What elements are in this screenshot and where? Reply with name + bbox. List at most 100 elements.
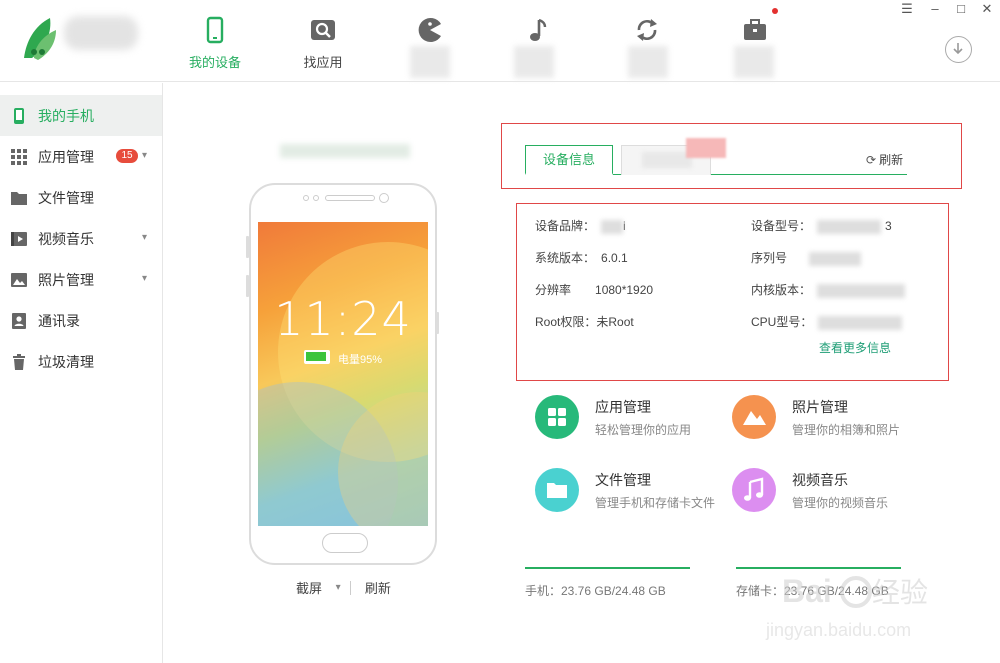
sidebar-item-label: 应用管理 xyxy=(38,148,94,165)
feature-title: 视频音乐 xyxy=(792,472,848,488)
feature-app-manage[interactable]: 应用管理 轻松管理你的应用 xyxy=(535,395,725,445)
sidebar-item-label: 我的手机 xyxy=(38,107,94,124)
sidebar-item-junk-clean[interactable]: 垃圾清理 xyxy=(0,341,162,382)
info-label: 设备品牌： xyxy=(535,219,596,233)
phone-storage-label: 手机：23.76 GB/24.48 GB xyxy=(525,584,666,598)
info-label: 序列号 xyxy=(751,251,788,265)
feature-title: 照片管理 xyxy=(792,399,848,415)
phone-actions: 截屏 ▾ 刷新 xyxy=(296,578,391,597)
svg-text:Bai: Bai xyxy=(782,573,832,609)
info-label: Root权限： xyxy=(535,315,597,329)
phone-screen: 11:24 电量95% xyxy=(258,222,428,526)
home-button xyxy=(322,533,368,553)
feature-title: 文件管理 xyxy=(595,472,651,488)
info-row-model: 设备型号： 3 xyxy=(751,217,892,234)
info-label: 分辨率 xyxy=(535,283,572,297)
sidebar-item-video-music[interactable]: 视频音乐 ▾ xyxy=(0,218,162,259)
chevron-down-icon[interactable]: ▾ xyxy=(142,232,147,243)
battery-icon xyxy=(304,350,330,364)
refresh-info-button[interactable]: ⟳ 刷新 xyxy=(866,151,903,168)
blurred-label xyxy=(514,46,554,78)
battery-label: 电量95% xyxy=(338,354,383,366)
download-arrow-icon xyxy=(953,43,963,55)
sidebar-item-label: 照片管理 xyxy=(38,271,94,288)
download-button[interactable] xyxy=(945,36,972,63)
maximize-button[interactable]: □ xyxy=(950,2,972,18)
video-music-icon xyxy=(732,468,776,512)
volume-key xyxy=(246,236,249,258)
sidebar-item-photo-manage[interactable]: 照片管理 ▾ xyxy=(0,259,162,300)
info-row-brand: 设备品牌： i xyxy=(535,217,626,234)
volume-key xyxy=(246,275,249,297)
lockscreen-clock: 11:24 xyxy=(274,292,412,346)
info-row-kernel: 内核版本： xyxy=(751,281,906,298)
sidebar: 我的手机 应用管理 15 ▾ 文件管理 视频音乐 ▾ 照片管理 ▾ 通讯录 垃圾… xyxy=(0,83,163,663)
tab-blurred[interactable] xyxy=(621,138,726,175)
feature-desc: 管理手机和存储卡文件 xyxy=(595,496,716,510)
sensor-dot xyxy=(313,195,319,201)
blurred-label xyxy=(734,46,774,78)
phone-icon xyxy=(206,16,224,44)
info-label: 设备型号： xyxy=(751,219,812,233)
blurred-value xyxy=(809,251,862,266)
sidebar-item-label: 垃圾清理 xyxy=(38,353,94,370)
info-row-resolution: 分辨率 1080*1920 xyxy=(535,281,653,298)
info-label: 内核版本： xyxy=(751,283,812,297)
chevron-down-icon[interactable]: ▾ xyxy=(142,150,147,161)
app-window: 我的设备 找应用 ☰ – □ ✕ 我的手机 应用管理 15 ▾ 文件管理 视频音… xyxy=(0,0,1000,663)
phone-storage-bar xyxy=(525,567,690,569)
blurred-value xyxy=(601,219,624,234)
earpiece xyxy=(325,195,375,201)
refresh-screen-button[interactable]: 刷新 xyxy=(365,578,391,597)
feature-video-music[interactable]: 视频音乐 管理你的视频音乐 xyxy=(732,468,922,518)
blurred-label xyxy=(642,152,692,168)
chevron-down-icon[interactable]: ▾ xyxy=(142,273,147,284)
sidebar-item-contacts[interactable]: 通讯录 xyxy=(0,300,162,341)
refresh-icon: ⟳ xyxy=(866,153,877,167)
blurred-value xyxy=(818,315,903,330)
info-row-root: Root权限：未Root xyxy=(535,313,634,330)
screenshot-button[interactable]: 截屏 xyxy=(296,578,322,597)
blurred-label xyxy=(686,138,726,158)
menu-button[interactable]: ☰ xyxy=(896,2,918,18)
feature-photo-manage[interactable]: 照片管理 管理你的相簿和照片 xyxy=(732,395,922,445)
info-row-serial: 序列号 xyxy=(751,249,862,266)
video-icon xyxy=(11,231,27,246)
search-icon xyxy=(311,20,335,40)
toolbox-icon xyxy=(744,19,766,40)
blurred-label xyxy=(410,46,450,78)
close-button[interactable]: ✕ xyxy=(976,2,998,18)
folder-icon xyxy=(547,483,567,498)
sidebar-item-app-manage[interactable]: 应用管理 15 ▾ xyxy=(0,136,162,177)
feature-desc: 管理你的视频音乐 xyxy=(792,496,889,510)
trash-icon xyxy=(13,353,25,370)
folder-icon xyxy=(11,191,27,205)
chevron-down-icon[interactable]: ▾ xyxy=(336,582,341,593)
phone-icon xyxy=(14,107,24,124)
baidu-jingyan-watermark: Bai 经验 jingyan.baidu.com xyxy=(765,573,928,640)
sensor-dot xyxy=(303,195,309,201)
music-note-icon xyxy=(530,18,547,41)
sidebar-item-my-phone[interactable]: 我的手机 xyxy=(0,95,162,136)
photo-manage-icon xyxy=(732,395,776,439)
update-count-badge: 15 xyxy=(116,149,138,163)
front-camera xyxy=(379,193,389,203)
sidebar-item-file-manage[interactable]: 文件管理 xyxy=(0,177,162,218)
user-avatar[interactable] xyxy=(64,16,138,50)
mountain-icon xyxy=(743,411,766,425)
music-note-icon xyxy=(744,477,764,501)
contacts-icon xyxy=(12,312,26,329)
grid-icon xyxy=(548,408,566,426)
view-more-info-link[interactable]: 查看更多信息 xyxy=(819,339,891,356)
tab-find-apps[interactable]: 找应用 xyxy=(278,10,368,70)
tab-device-info[interactable]: 设备信息 xyxy=(525,145,613,175)
notification-dot xyxy=(772,8,778,14)
minimize-button[interactable]: – xyxy=(924,2,946,18)
photo-icon xyxy=(11,272,27,287)
info-value: 6.0.1 xyxy=(601,251,628,265)
tab-my-device[interactable]: 我的设备 xyxy=(170,10,260,70)
top-bar: 我的设备 找应用 ☰ – □ ✕ xyxy=(0,0,1000,82)
divider xyxy=(350,580,352,595)
feature-file-manage[interactable]: 文件管理 管理手机和存储卡文件 xyxy=(535,468,725,518)
info-row-os-version: 系统版本： 6.0.1 xyxy=(535,249,628,266)
